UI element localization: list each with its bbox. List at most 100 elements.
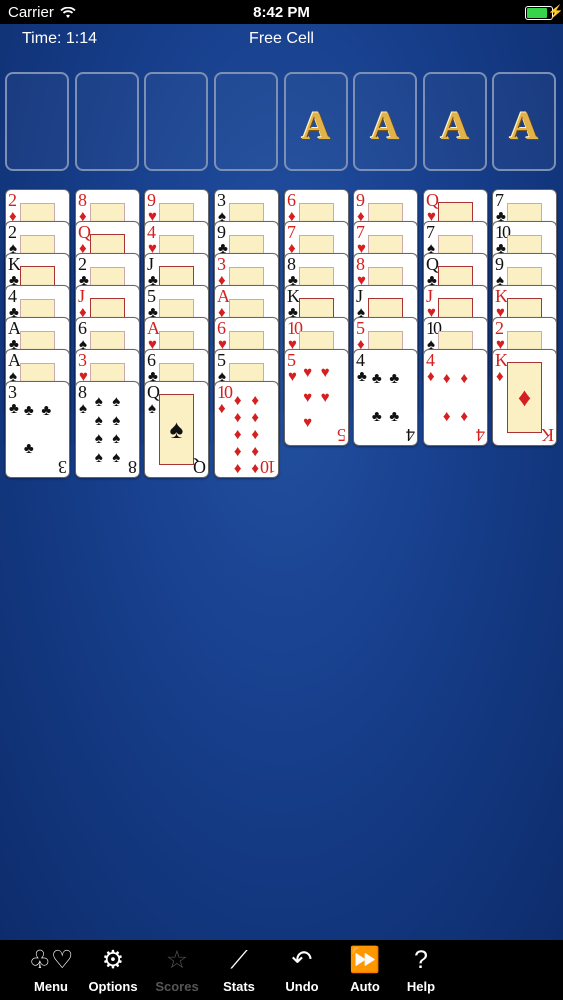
free-cell-4[interactable]	[214, 72, 278, 171]
card-pips: ♠ ♠ ♠ ♠ ♠ ♠ ♠ ♠	[90, 392, 125, 467]
pip-icon: ♦	[251, 392, 260, 409]
card-rank: A	[217, 286, 230, 306]
menu-button[interactable]: ♧♡ Menu	[21, 944, 81, 1000]
card-rank: 6	[78, 318, 87, 338]
bottom-toolbar: ♧♡ Menu ⚙ Options ☆ Scores ⟋ Stats ↶ Undo ⏩ Auto? He…	[0, 940, 563, 1000]
foundation-rank: A	[509, 103, 539, 148]
pip-icon: ♥	[320, 364, 330, 381]
foundation-4[interactable]: A	[492, 72, 556, 171]
card-rank: A	[8, 350, 21, 370]
playing-card[interactable]: K ♦ ♦ K	[492, 349, 557, 446]
foundation-3[interactable]: A	[423, 72, 487, 171]
card-pips: ♣ ♣ ♣ ♣	[368, 360, 403, 435]
card-rank: 7	[287, 222, 296, 242]
scores-button[interactable]: ☆ Scores	[147, 944, 207, 1000]
card-rank: Q	[78, 222, 91, 242]
pip-icon: ♦	[442, 407, 451, 425]
pip-icon: ♦	[251, 409, 260, 426]
pip-icon: ♣	[389, 370, 400, 388]
pip-icon: ♠	[112, 430, 121, 448]
suits-icon: ♧♡	[28, 946, 74, 974]
card-rank: 6	[147, 350, 156, 370]
card-rank: 2	[8, 222, 17, 242]
undo-button[interactable]: ↶ Undo	[272, 944, 332, 1000]
card-rank: 7	[426, 222, 435, 242]
face-card-art: ♠	[159, 394, 194, 465]
card-rank: 4	[147, 222, 156, 242]
card-rank: 9	[217, 222, 226, 242]
foundation-rank: A	[370, 103, 400, 148]
playing-card[interactable]: 8 ♠ ♠ ♠ ♠ ♠ ♠ ♠ ♠ ♠ 8	[75, 381, 140, 478]
pip-icon: ♠	[112, 392, 121, 410]
card-rank-bottom: 10	[262, 457, 276, 477]
card-pips: ♦ ♦ ♦ ♦	[438, 360, 473, 435]
pip-icon: ♦	[251, 443, 260, 460]
card-rank: J	[426, 286, 433, 306]
game-title: Free Cell	[249, 30, 314, 47]
card-rank: 2	[495, 318, 504, 338]
card-rank: 7	[356, 222, 365, 242]
card-rank: K	[287, 286, 300, 306]
playing-card[interactable]: 4 ♣ ♣ ♣ ♣ ♣ 4	[353, 349, 418, 446]
pip-icon: ♠	[94, 449, 103, 467]
card-suit-icon: ♦	[427, 368, 435, 385]
card-rank: 8	[78, 190, 87, 210]
undo-label: Undo	[285, 979, 319, 994]
free-cell-3[interactable]	[144, 72, 208, 171]
card-rank: 3	[217, 254, 226, 274]
card-rank: K	[495, 350, 508, 370]
menu-label: Menu	[34, 979, 68, 994]
card-rank: J	[147, 254, 154, 274]
playing-card[interactable]: 5 ♥ ♥ ♥ ♥ ♥ ♥ 5	[284, 349, 349, 446]
pip-icon: ♦	[233, 460, 242, 477]
card-rank: Q	[426, 254, 439, 274]
pip-icon: ♥	[303, 389, 313, 406]
pip-icon: ♦	[233, 409, 242, 426]
card-rank: A	[147, 318, 160, 338]
card-pips: ♣ ♣ ♣	[20, 392, 55, 467]
card-rank: 8	[78, 382, 87, 402]
card-rank: Q	[147, 382, 160, 402]
card-suit-icon: ♥	[288, 368, 297, 385]
pip-icon: ♥	[303, 364, 313, 381]
question-icon: ?	[414, 946, 428, 974]
pip-icon: ♣	[371, 370, 382, 388]
pip-icon: ♦	[251, 460, 260, 477]
card-rank: Q	[426, 190, 439, 210]
pip-icon: ♣	[23, 402, 34, 420]
card-rank: 4	[356, 350, 365, 370]
help-button[interactable]: ? Help	[391, 944, 451, 1000]
foundation-rank: A	[301, 103, 331, 148]
card-rank: 4	[426, 350, 435, 370]
pip-icon: ♠	[94, 411, 103, 429]
stats-button[interactable]: ⟋ Stats	[209, 944, 269, 1000]
scores-label: Scores	[155, 979, 199, 994]
help-label: Help	[406, 979, 436, 994]
card-suit-icon: ♠	[79, 400, 87, 417]
foundation-2[interactable]: A	[353, 72, 417, 171]
playing-card[interactable]: 3 ♣ ♣ ♣ ♣ 3	[5, 381, 70, 478]
undo-icon: ↶	[291, 946, 313, 974]
card-rank: 8	[356, 254, 365, 274]
free-cell-2[interactable]	[75, 72, 139, 171]
pip-icon: ♣	[41, 402, 52, 420]
foundation-1[interactable]: A	[284, 72, 348, 171]
card-rank: 5	[217, 350, 226, 370]
card-suit-icon: ♦	[218, 400, 226, 417]
pip-icon: ♣	[23, 439, 34, 457]
pip-icon: ♦	[442, 370, 451, 388]
auto-button[interactable]: ⏩ Auto	[335, 944, 395, 1000]
options-button[interactable]: ⚙ Options	[83, 944, 143, 1000]
card-rank-bottom: 8	[130, 457, 137, 477]
card-rank: 7	[495, 190, 504, 210]
playing-card[interactable]: 10 ♦ ♦ ♦ ♦ ♦ ♦ ♦ ♦ ♦ ♦ ♦ 10	[214, 381, 279, 478]
playing-card[interactable]: 4 ♦ ♦ ♦ ♦ ♦ 4	[423, 349, 488, 446]
options-label: Options	[88, 979, 138, 994]
free-cell-1[interactable]	[5, 72, 69, 171]
card-pips: ♦ ♦ ♦ ♦ ♦ ♦ ♦ ♦ ♦ ♦	[229, 392, 264, 477]
chart-line-icon: ⟋	[230, 946, 248, 974]
playing-card[interactable]: Q ♠ ♠ Q	[144, 381, 209, 478]
pip-icon: ♦	[251, 426, 260, 443]
card-rank-bottom: 4	[408, 425, 415, 445]
card-rank: 9	[495, 254, 504, 274]
